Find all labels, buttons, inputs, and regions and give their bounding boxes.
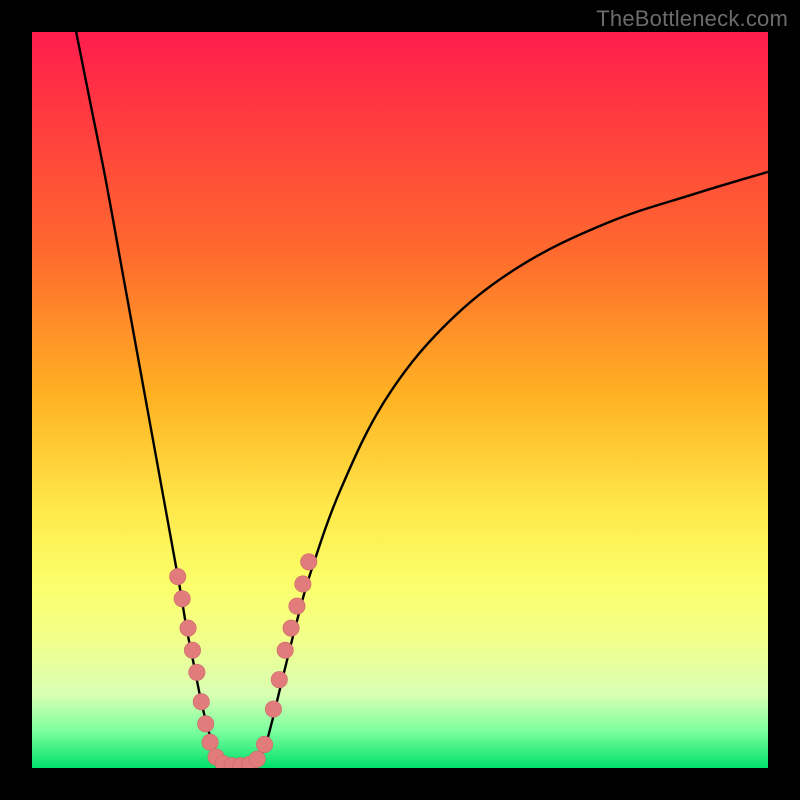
data-marker [170, 568, 186, 584]
data-marker [224, 758, 240, 768]
marker-group [170, 554, 317, 768]
plot-area [32, 32, 768, 768]
data-marker [256, 736, 272, 752]
data-marker [249, 751, 265, 767]
data-marker [289, 598, 305, 614]
data-marker [277, 642, 293, 658]
data-marker [180, 620, 196, 636]
data-marker [265, 701, 281, 717]
chart-frame: TheBottleneck.com [0, 0, 800, 800]
curve-layer [32, 32, 768, 768]
data-marker [202, 734, 218, 750]
data-marker [283, 620, 299, 636]
data-marker [193, 694, 209, 710]
data-marker [242, 756, 258, 768]
data-marker [271, 671, 287, 687]
data-marker [189, 664, 205, 680]
data-marker [174, 591, 190, 607]
data-marker [215, 755, 231, 768]
data-marker [233, 758, 249, 768]
data-marker [208, 749, 224, 765]
data-marker [301, 554, 317, 570]
bottleneck-curve-right [257, 172, 768, 764]
data-marker [295, 576, 311, 592]
watermark-text: TheBottleneck.com [596, 6, 788, 32]
bottleneck-curve-floor [222, 764, 257, 766]
data-marker [197, 716, 213, 732]
bottleneck-curve-left [76, 32, 222, 764]
data-marker [184, 642, 200, 658]
